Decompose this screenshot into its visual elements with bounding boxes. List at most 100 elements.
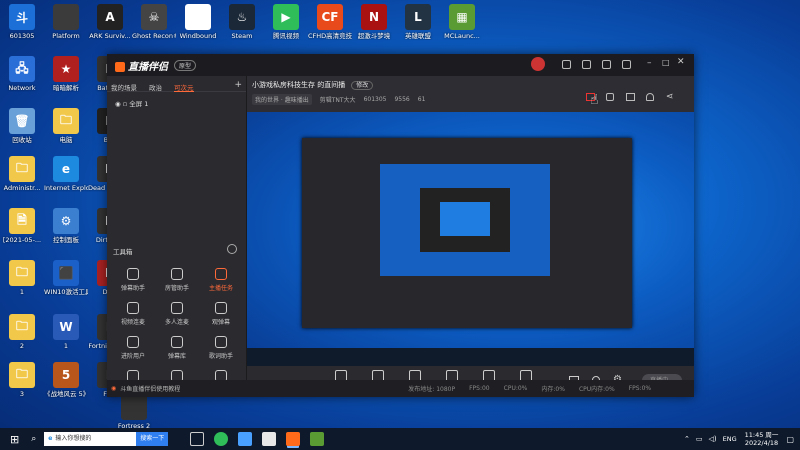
- tab-my-scenes[interactable]: 我的场景: [111, 82, 137, 92]
- app-icon: 🗀: [9, 362, 35, 388]
- notification-icon[interactable]: ▢: [786, 435, 794, 444]
- store-icon[interactable]: [214, 432, 229, 446]
- desktop-icon[interactable]: ▶ 腾讯视频: [264, 4, 308, 40]
- tool-label: 歌词助手: [208, 353, 233, 360]
- minimize-button[interactable]: –: [647, 58, 652, 68]
- desktop-icon[interactable]: 🗀 2: [0, 314, 44, 350]
- desktop-icon[interactable]: 5 《战地风云 5》: [44, 362, 88, 398]
- app-icon: 斗: [9, 4, 35, 30]
- volume-icon[interactable]: ◁): [708, 435, 716, 443]
- lang-indicator[interactable]: ENG: [723, 435, 737, 443]
- scene-item[interactable]: ◉ ▫ 全屏 1: [107, 92, 246, 114]
- desktop-icon[interactable]: ♨ Steam: [220, 4, 264, 40]
- desktop-icon[interactable]: ⬛ WIN10激活工具: [44, 260, 88, 296]
- tool-icon: [215, 302, 227, 314]
- desktop-icon[interactable]: CF CFHD高清竞技大区: [308, 4, 352, 40]
- share-icon[interactable]: ⋖: [666, 92, 674, 102]
- status-item: FPS:0%: [628, 385, 652, 392]
- search-box[interactable]: e 输入你想搜的: [44, 432, 137, 446]
- room-category[interactable]: 我的世界 · 趣味播出: [252, 94, 312, 105]
- pinned-app-icon[interactable]: [238, 432, 253, 446]
- desktop-icon[interactable]: ▦ MCLaunc...: [440, 4, 484, 40]
- version-badge: 原型: [174, 59, 197, 71]
- tool-icon: [171, 268, 183, 280]
- menu-icon[interactable]: [622, 60, 631, 69]
- tool-label: 进阶用户: [120, 353, 145, 360]
- desktop-icon[interactable]: 🗀 3: [0, 362, 44, 398]
- app-icon: ⬛: [53, 260, 79, 286]
- search-submit-button[interactable]: 搜索一下: [136, 432, 169, 446]
- file-icon[interactable]: [262, 432, 277, 446]
- stream-preview[interactable]: [247, 112, 694, 366]
- lock-icon[interactable]: ▫: [123, 100, 127, 108]
- skin-icon[interactable]: [602, 60, 611, 69]
- tool-item[interactable]: 进阶用户: [115, 336, 151, 360]
- lock-icon[interactable]: [606, 93, 614, 101]
- desktop-icon[interactable]: e Internet Explorer: [44, 156, 88, 192]
- desktop-icon[interactable]: 🗀 电脑: [44, 108, 88, 144]
- start-button[interactable]: ⊞: [10, 433, 19, 446]
- clock[interactable]: 11:45 周一 2022/4/18: [745, 431, 779, 447]
- desktop-icon[interactable]: 🗀 1: [0, 260, 44, 296]
- maximize-button[interactable]: □: [662, 58, 670, 67]
- app-icon: ▦: [449, 4, 475, 30]
- status-item: CPU内存:0%: [578, 386, 615, 393]
- taskview-icon[interactable]: [190, 432, 205, 446]
- tool-item[interactable]: 观弹幕: [203, 302, 239, 326]
- desktop-icon[interactable]: ★ 暗暗解析: [44, 56, 88, 92]
- room-id: 601305: [363, 96, 387, 103]
- tool-item[interactable]: 歌词助手: [203, 336, 239, 360]
- minecraft-icon[interactable]: [310, 432, 325, 446]
- search-icon[interactable]: ⌕: [31, 434, 36, 444]
- tool-item[interactable]: 房管助手: [159, 268, 195, 292]
- tab-active[interactable]: 可次元: [174, 82, 194, 92]
- layout-icon[interactable]: [626, 93, 635, 101]
- desktop-icon[interactable]: L 英雄联盟: [396, 4, 440, 40]
- app-icon: L: [405, 4, 431, 30]
- desktop-icon[interactable]: W1: [44, 314, 88, 350]
- tools-more-button[interactable]: [227, 244, 237, 254]
- desktop-icon[interactable]: 🗀 Administr...: [0, 156, 44, 192]
- desktop-icon[interactable]: A ARK Surviv...: [88, 4, 132, 40]
- desktop-icon[interactable]: Fortress 2: [112, 394, 156, 430]
- add-scene-button[interactable]: +: [234, 81, 242, 91]
- desktop-icon[interactable]: 🗎 [2021-05-...: [0, 208, 44, 244]
- tool-item[interactable]: 视频连麦: [115, 302, 151, 326]
- avatar[interactable]: [531, 57, 545, 71]
- settings-icon[interactable]: [582, 60, 591, 69]
- desktop-icon[interactable]: ⚙ 控制面板: [44, 208, 88, 244]
- tool-item[interactable]: 多人连麦: [159, 302, 195, 326]
- close-button[interactable]: ✕: [677, 57, 685, 67]
- preview-nested-window: [302, 138, 632, 328]
- tab-politics[interactable]: 政治: [149, 82, 162, 92]
- livestream-app-icon[interactable]: [286, 432, 301, 446]
- desktop-icon[interactable]: ☠ Ghost Recon®...: [132, 4, 176, 40]
- desktop-icon-label: CFHD高清竞技大区: [308, 32, 352, 40]
- message-icon[interactable]: [562, 60, 571, 69]
- notice-link[interactable]: 斗鱼直播伴侣使用教程: [120, 384, 180, 393]
- tool-icon: [171, 336, 183, 348]
- desktop-icon[interactable]: 🗑 回收站: [0, 108, 44, 144]
- tool-item[interactable]: 主播任务: [203, 268, 239, 292]
- tool-item[interactable]: 弹幕库: [159, 336, 195, 360]
- bell-icon[interactable]: [646, 93, 654, 101]
- desktop-icon[interactable]: N 超激斗梦境: [352, 4, 396, 40]
- clock-date: 2022/4/18: [744, 439, 779, 447]
- edit-button[interactable]: 修改: [351, 81, 374, 90]
- desktop-icon-label: 回收站: [12, 136, 32, 144]
- desktop-icon[interactable]: ◎ Windbound: [176, 4, 220, 40]
- app-icon: 🗀: [9, 156, 35, 182]
- network-icon[interactable]: ▭: [696, 435, 703, 443]
- desktop-icon-label: 超激斗梦境: [357, 32, 391, 40]
- tool-item[interactable]: 弹幕助手: [115, 268, 151, 292]
- tool-icon: [127, 336, 139, 348]
- notice-icon: ◉: [111, 385, 117, 392]
- desktop-icon[interactable]: 斗 601305: [0, 4, 44, 40]
- tray-chevron-icon[interactable]: ⌃: [684, 435, 690, 443]
- eye-icon[interactable]: ◉: [115, 100, 121, 108]
- mouse-cursor: ☝: [590, 92, 599, 108]
- desktop-icon[interactable]: Platform: [44, 4, 88, 40]
- scene-tabs: 我的场景 政治 可次元 +: [107, 76, 246, 92]
- desktop-icon-label: Steam: [231, 32, 253, 40]
- desktop-icon[interactable]: 🖧 Network: [0, 56, 44, 92]
